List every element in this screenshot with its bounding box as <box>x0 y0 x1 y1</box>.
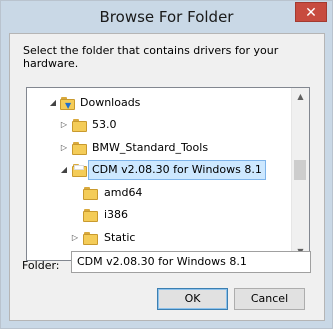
tree-item-bmw-standard-tools[interactable]: ▷ BMW_Standard_Tools <box>27 138 293 158</box>
tree-item-label: CDM v2.08.30 for Windows 8.1 <box>88 160 266 180</box>
folder-icon <box>72 119 88 132</box>
folder-icon <box>83 187 99 200</box>
folder-tree[interactable]: ◢ ▼ Downloads ▷ 53.0 ▷ BMW_Standard_Tool… <box>26 87 310 261</box>
collapsed-arrow-icon[interactable]: ▷ <box>59 115 69 135</box>
tree-item-static[interactable]: ▷ Static <box>27 228 293 248</box>
cancel-button[interactable]: Cancel <box>234 288 305 310</box>
expanded-arrow-icon[interactable]: ◢ <box>48 93 58 113</box>
tree-item-i386[interactable]: i386 <box>27 205 293 225</box>
instruction-text: Select the folder that contains drivers … <box>23 44 279 70</box>
folder-field-label: Folder: <box>22 259 60 272</box>
collapsed-arrow-icon[interactable]: ▷ <box>70 228 80 248</box>
title-bar[interactable]: Browse For Folder ✕ <box>1 1 332 33</box>
collapsed-arrow-icon[interactable]: ▷ <box>59 138 69 158</box>
tree-item-label: 53.0 <box>92 118 117 131</box>
folder-icon <box>83 232 99 245</box>
vertical-scrollbar[interactable]: ▲ ▼ <box>291 88 309 260</box>
scrollbar-thumb[interactable] <box>294 160 306 180</box>
tree-item-53-0[interactable]: ▷ 53.0 <box>27 115 293 135</box>
expanded-arrow-icon[interactable]: ◢ <box>59 160 69 180</box>
tree-item-label: Downloads <box>80 96 141 109</box>
tree-item-label: BMW_Standard_Tools <box>92 141 209 154</box>
dialog-body: Select the folder that contains drivers … <box>9 33 325 321</box>
tree-item-label: Static <box>104 231 136 244</box>
folder-icon <box>72 164 88 177</box>
close-button[interactable]: ✕ <box>295 2 327 22</box>
tree-item-downloads[interactable]: ◢ ▼ Downloads <box>27 93 293 113</box>
browse-for-folder-dialog: Browse For Folder ✕ Select the folder th… <box>0 0 333 329</box>
ok-button[interactable]: OK <box>157 288 228 310</box>
dialog-title: Browse For Folder <box>99 8 234 26</box>
folder-icon <box>83 209 99 222</box>
downloads-folder-icon: ▼ <box>60 97 76 110</box>
tree-item-amd64[interactable]: amd64 <box>27 183 293 203</box>
scroll-up-arrow-icon[interactable]: ▲ <box>292 88 309 105</box>
tree-item-label: amd64 <box>104 186 143 199</box>
tree-item-cdm-selected[interactable]: ◢ CDM v2.08.30 for Windows 8.1 <box>27 160 293 180</box>
tree-item-label: i386 <box>104 208 129 221</box>
folder-icon <box>72 142 88 155</box>
folder-input[interactable]: CDM v2.08.30 for Windows 8.1 <box>71 251 311 273</box>
